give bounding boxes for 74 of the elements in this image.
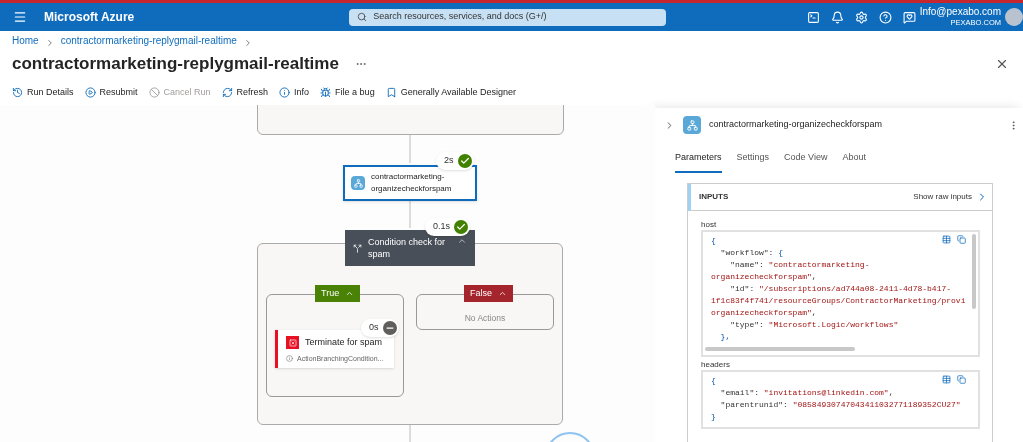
bookmark-icon (385, 87, 397, 98)
code-line: "id": "/subscriptions/ad744a08-2411-4d78-b417- (729, 282, 952, 295)
section-heading: INPUTS (699, 190, 729, 203)
action-node[interactable]: contractormarketing-organizecheckforspam (343, 165, 477, 201)
code-line: "email": "invitations@linkedin.com", (719, 386, 894, 399)
feedback-icon[interactable] (902, 9, 918, 25)
code-line: } (711, 410, 716, 423)
code-line: organizecheckforspam", (711, 306, 817, 319)
brand-name: Microsoft Azure (44, 9, 135, 26)
copy-icon[interactable] (957, 374, 966, 384)
refresh-icon (221, 87, 233, 98)
panel-tab[interactable]: Code View (784, 151, 828, 173)
toolbar-button[interactable]: Refresh (221, 85, 269, 100)
workflow-icon (683, 116, 701, 134)
vertical-scrollbar[interactable] (972, 233, 976, 309)
field-label: host (701, 218, 718, 230)
terminal-icon[interactable] (806, 9, 822, 25)
toolbar-button[interactable]: File a bug (320, 85, 375, 100)
collapse-icon[interactable] (457, 236, 467, 246)
info-icon (286, 355, 293, 363)
condition-node[interactable]: Condition check for spam (345, 230, 475, 266)
code-line: "parentrunid": "08584930747043411032771189352CU27" (719, 398, 961, 411)
node-title: contractormarketing-organizecheckforspam (371, 171, 453, 195)
horizontal-scrollbar[interactable] (705, 346, 855, 351)
code-line: { (711, 374, 716, 387)
connector-line (409, 134, 411, 164)
duration-label: 2s (444, 154, 454, 168)
avatar[interactable] (1005, 8, 1023, 26)
workflow-icon (351, 176, 365, 190)
node-title: Terminate for spam (305, 336, 383, 349)
help-icon[interactable] (878, 9, 894, 25)
code-line: organizecheckforspam", (711, 270, 817, 283)
toolbar-button[interactable]: Run Details (12, 85, 74, 100)
search-icon (357, 12, 368, 22)
connector-line (409, 200, 411, 229)
play-icon (84, 87, 96, 98)
search-input[interactable]: Search resources, services, and docs (G+/) (373, 10, 659, 24)
search-field[interactable]: Search resources, services, and docs (G+/) (349, 8, 667, 26)
toolbar-button[interactable]: Resubmit (84, 85, 138, 100)
code-line: "type": "Microsoft.Logic/workflows" (729, 318, 899, 331)
breadcrumb-link[interactable]: contractormarketing-replygmail-realtime (60, 33, 237, 48)
cancel-icon (148, 87, 160, 98)
table-icon[interactable] (942, 234, 951, 244)
show-raw-inputs-link[interactable]: Show raw inputs (913, 190, 988, 203)
empty-branch-text: No Actions (463, 312, 507, 325)
code-line: "name": "contractormarketing- (729, 258, 870, 271)
code-line: "workflow": { (719, 246, 784, 259)
bug-icon (320, 87, 332, 98)
panel-tab[interactable]: Settings (736, 151, 770, 173)
code-line: { (711, 234, 716, 247)
close-icon[interactable] (995, 57, 1009, 71)
toolbar-button[interactable]: Info (279, 85, 310, 100)
connector-line (409, 424, 411, 442)
field-label: headers (701, 358, 731, 370)
history-icon (12, 87, 23, 98)
panel-tab[interactable]: Parameters (675, 151, 722, 173)
info-icon (279, 87, 291, 98)
node-title: Condition check for spam (368, 236, 447, 260)
branch-label[interactable]: False (464, 285, 513, 302)
toolbar-button[interactable]: Generally Available Designer (385, 85, 517, 100)
bell-icon[interactable] (830, 9, 846, 25)
condition-icon (353, 244, 362, 253)
terminate-icon (286, 336, 299, 350)
table-icon[interactable] (942, 374, 951, 384)
code-line: }, (719, 330, 731, 343)
code-line: 1f1c83f4f741/resourceGroups/ContractorMarketing/provi (711, 294, 966, 307)
settings-icon[interactable] (854, 9, 870, 25)
panel-title: contractormarketing-organizecheckforspam (709, 118, 883, 132)
breadcrumb-link[interactable]: Home (12, 33, 39, 48)
page-title: contractormarketing-replygmail-realtime (12, 53, 339, 76)
panel-tab[interactable]: About (842, 151, 866, 173)
copy-icon[interactable] (957, 234, 966, 244)
branch-label[interactable]: True (315, 285, 361, 302)
account-email: Info@pexabo.com (919, 7, 1001, 18)
